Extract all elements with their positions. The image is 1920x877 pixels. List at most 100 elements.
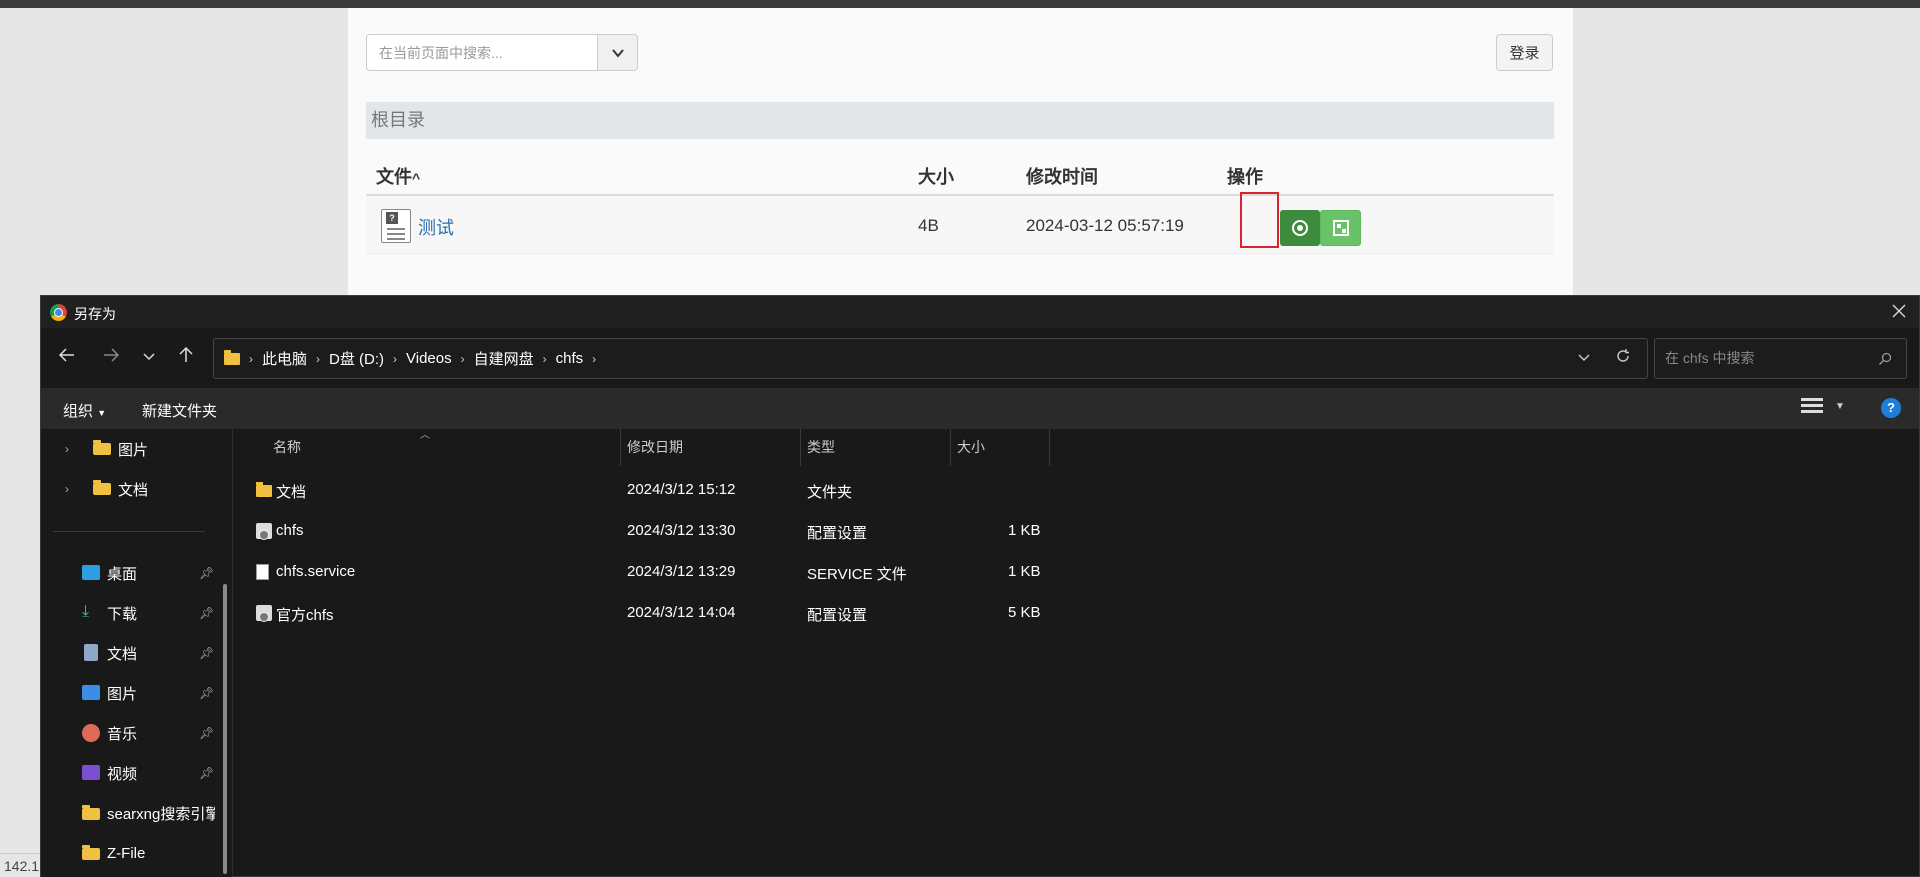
nav-item-pictures-lib[interactable]: › 图片 [41, 433, 221, 465]
file-size: 4B [918, 216, 939, 235]
navigation-bar: › 此电脑 › D盘 (D:) › Videos › 自建网盘 › chfs ›… [41, 328, 1919, 388]
nav-item-label: Z-File [107, 844, 146, 862]
arrow-up-icon [179, 346, 193, 362]
breadcrumb: 根目录 [366, 102, 1554, 139]
column-header-file[interactable]: 文件^ [376, 163, 420, 189]
folder-search-input[interactable]: 在 chfs 中搜索 [1654, 338, 1907, 379]
nav-item-videos[interactable]: 视频 📌︎ [41, 757, 221, 789]
chevron-down-icon [1578, 354, 1590, 361]
address-actions [1569, 339, 1647, 378]
nav-item-downloads[interactable]: ⤓ 下载 📌︎ [41, 597, 221, 629]
view-options-icon[interactable] [1801, 398, 1823, 418]
column-divider[interactable] [1049, 429, 1050, 466]
breadcrumb-d-drive[interactable]: D盘 (D:) [329, 348, 384, 369]
column-divider[interactable] [950, 429, 951, 466]
column-header-file-label: 文件 [376, 167, 412, 187]
organize-menu[interactable]: 组织 ▼ [63, 400, 106, 421]
qrcode-button[interactable] [1320, 210, 1361, 246]
caret-down-icon[interactable]: ▼ [1835, 401, 1845, 412]
command-toolbar: 组织 ▼ 新建文件夹 ▼ ? [41, 388, 1919, 429]
nav-scrollbar[interactable] [223, 584, 227, 874]
refresh-button[interactable] [1599, 348, 1647, 369]
config-file-icon [256, 605, 272, 622]
page-search-input[interactable] [366, 34, 597, 71]
file-row[interactable]: 文档 2024/3/12 15:12 文件夹 [234, 473, 874, 507]
column-divider[interactable] [800, 429, 801, 466]
new-folder-button[interactable]: 新建文件夹 [142, 400, 217, 421]
pin-icon: 📌︎ [199, 726, 215, 740]
dialog-titlebar: 另存为 [41, 296, 1919, 328]
status-bar-url: 142.1 [0, 853, 44, 877]
up-button[interactable] [172, 344, 200, 372]
pin-icon: 📌︎ [199, 606, 215, 620]
nav-item-documents[interactable]: 文档 📌︎ [41, 637, 221, 669]
nav-item-desktop[interactable]: 桌面 📌︎ [41, 557, 221, 589]
desktop-icon [82, 565, 100, 580]
file-type: 配置设置 [807, 607, 868, 624]
column-header-name[interactable]: 名称 [273, 429, 301, 466]
nav-item-label: searxng搜索引擎 [107, 805, 215, 823]
file-name: chfs [276, 522, 304, 539]
file-row[interactable]: chfs.service 2024/3/12 13:29 SERVICE 文件 … [234, 555, 1041, 589]
sort-up-icon: ︿ [420, 430, 430, 441]
nav-item-zfile[interactable]: Z-File [41, 837, 221, 869]
text-file-icon: ? [381, 209, 411, 243]
file-date: 2024/3/12 13:30 [627, 522, 736, 539]
breadcrumb-this-pc[interactable]: 此电脑 [262, 348, 307, 369]
file-name: 官方chfs [276, 607, 334, 624]
nav-item-documents-lib[interactable]: › 文档 [41, 473, 221, 505]
navigation-pane: › 图片 › 文档 桌面 📌︎ ⤓ 下载 📌︎ 文档 📌︎ 图片 � [41, 429, 233, 877]
search-dropdown-button[interactable] [597, 34, 638, 71]
help-icon[interactable]: ? [1881, 398, 1901, 418]
download-button[interactable] [1280, 210, 1320, 246]
file-icon [256, 564, 269, 580]
file-link[interactable]: 测试 [418, 214, 454, 240]
back-button[interactable] [53, 344, 81, 372]
address-history-button[interactable] [1569, 351, 1599, 367]
address-bar[interactable]: › 此电脑 › D盘 (D:) › Videos › 自建网盘 › chfs › [213, 338, 1648, 379]
file-size: 1 KB [1008, 522, 1041, 539]
column-header-type[interactable]: 类型 [807, 429, 835, 466]
video-icon [82, 765, 100, 780]
nav-divider [53, 531, 205, 532]
folder-icon [93, 440, 111, 455]
nav-item-pictures[interactable]: 图片 📌︎ [41, 677, 221, 709]
chevron-right-icon: › [65, 442, 69, 456]
chevron-right-icon: › [393, 351, 398, 366]
close-button[interactable] [1887, 300, 1911, 324]
document-icon [84, 644, 98, 661]
login-button[interactable]: 登录 [1496, 34, 1553, 71]
chevron-down-icon [143, 353, 155, 361]
column-header-date[interactable]: 修改日期 [627, 429, 683, 466]
file-list: ︿ 名称 修改日期 类型 大小 文档 2024/3/12 15:12 文件夹 c… [234, 429, 1919, 877]
file-modified: 2024-03-12 05:57:19 [1026, 216, 1184, 235]
forward-button[interactable] [97, 344, 125, 372]
column-divider[interactable] [620, 429, 621, 466]
qrcode-icon [1332, 220, 1349, 236]
pin-icon: 📌︎ [199, 566, 215, 580]
table-row: ? 测试 4B 2024-03-12 05:57:19 [366, 192, 1554, 254]
refresh-icon [1617, 349, 1629, 362]
file-date: 2024/3/12 13:29 [627, 563, 736, 580]
breadcrumb-netdisk[interactable]: 自建网盘 [474, 348, 534, 369]
breadcrumb-videos[interactable]: Videos [406, 350, 452, 367]
column-header-action: 操作 [1227, 167, 1263, 187]
caret-down-icon: ▼ [97, 408, 107, 418]
breadcrumb-chfs[interactable]: chfs [556, 350, 584, 367]
file-type: 配置设置 [807, 525, 868, 542]
recent-locations-button[interactable] [135, 344, 163, 372]
file-size: 5 KB [1008, 604, 1041, 621]
folder-icon [82, 845, 100, 860]
nav-item-searxng[interactable]: searxng搜索引擎 [41, 797, 221, 829]
browser-top-strip [0, 0, 1920, 8]
column-header-size[interactable]: 大小 [957, 429, 985, 466]
file-row[interactable]: 官方chfs 2024/3/12 14:04 配置设置 5 KB [234, 596, 1041, 630]
chevron-right-icon: › [460, 351, 465, 366]
search-icon [1878, 339, 1892, 378]
file-table: 文件^ 大小 修改时间 操作 ? 测试 4B 2024-03-12 05:57:… [366, 156, 1554, 254]
chevron-down-icon [611, 48, 624, 58]
chevron-right-icon: › [542, 351, 547, 366]
file-size: 1 KB [1008, 563, 1041, 580]
nav-item-music[interactable]: 音乐 📌︎ [41, 717, 221, 749]
file-row[interactable]: chfs 2024/3/12 13:30 配置设置 1 KB [234, 514, 1041, 548]
